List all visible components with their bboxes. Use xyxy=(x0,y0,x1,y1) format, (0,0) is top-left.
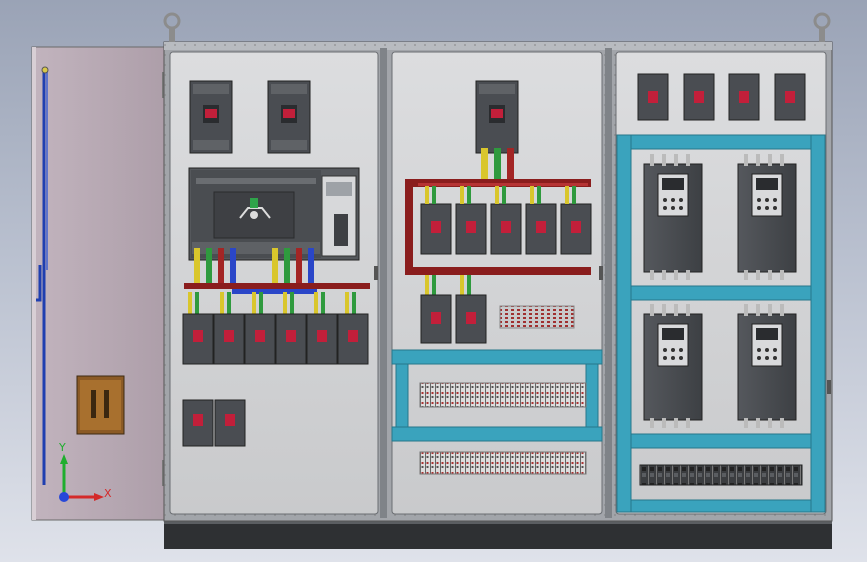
variable-frequency-drive[interactable] xyxy=(643,304,703,428)
section-1-mounting-plate[interactable] xyxy=(169,51,379,515)
section-divider xyxy=(380,48,387,518)
drawing-pocket xyxy=(76,375,125,435)
mccb-breaker[interactable] xyxy=(475,80,519,154)
mccb-breaker[interactable] xyxy=(189,80,233,154)
section-divider xyxy=(605,48,612,518)
variable-frequency-drive[interactable] xyxy=(737,304,797,428)
breaker-row[interactable] xyxy=(182,313,369,365)
variable-frequency-drive[interactable] xyxy=(643,154,703,280)
power-cables xyxy=(481,148,514,180)
section-3-mounting-plate[interactable] xyxy=(615,51,827,515)
terminal-block xyxy=(639,464,803,486)
lifting-eye-icon xyxy=(813,12,831,42)
door-latch[interactable] xyxy=(374,266,378,280)
door-latch[interactable] xyxy=(827,380,831,394)
cad-viewport[interactable]: Y X xyxy=(0,0,867,562)
section-2-mounting-plate[interactable] xyxy=(391,51,603,515)
terminal-block xyxy=(419,382,587,408)
terminal-block xyxy=(419,451,587,475)
transfer-switch[interactable] xyxy=(188,167,360,261)
breaker-row[interactable] xyxy=(420,203,592,255)
mccb-breaker[interactable] xyxy=(267,80,311,154)
door-latch[interactable] xyxy=(599,266,603,280)
terminal-strip xyxy=(499,305,575,329)
lifting-eye-icon xyxy=(163,12,181,42)
variable-frequency-drive[interactable] xyxy=(737,154,797,280)
triad-x-label: X xyxy=(104,487,112,500)
triad-y-label: Y xyxy=(58,441,66,454)
open-door[interactable] xyxy=(31,46,167,521)
